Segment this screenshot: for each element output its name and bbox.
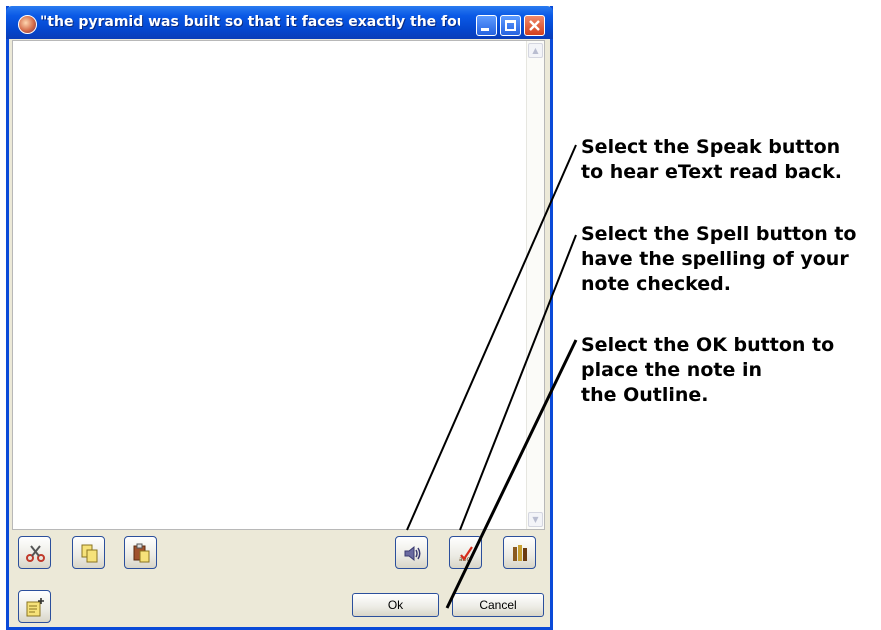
speak-annotation: Select the Speak button to hear eText re…: [581, 135, 842, 185]
spell-annotation: Select the Spell button to have the spel…: [581, 222, 856, 297]
callout-lines: [406, 144, 578, 609]
spell-annotation-line3: note checked.: [581, 273, 731, 295]
speak-callout-line: [406, 144, 577, 531]
speak-annotation-line1: Select the Speak button: [581, 136, 841, 158]
speak-annotation-line2: to hear eText read back.: [581, 161, 842, 183]
ok-annotation-line1: Select the OK button to: [581, 334, 835, 356]
ok-annotation-line3: the Outline.: [581, 384, 709, 406]
ok-annotation-line2: place the note in: [581, 359, 763, 381]
ok-annotation: Select the OK button to place the note i…: [581, 333, 834, 408]
ok-callout-line: [445, 339, 578, 609]
spell-annotation-line2: have the spelling of your: [581, 248, 849, 270]
spell-annotation-line1: Select the Spell button to: [581, 223, 857, 245]
